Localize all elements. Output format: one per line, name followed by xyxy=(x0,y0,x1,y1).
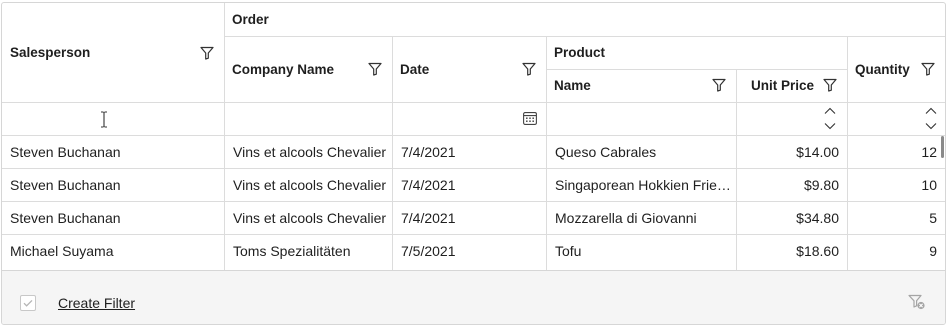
band-header-product: Product xyxy=(554,45,606,60)
company-cell[interactable]: Vins et alcools Chevalier xyxy=(225,202,392,234)
filter-icon[interactable] xyxy=(522,62,536,76)
company-cell[interactable]: Vins et alcools Chevalier xyxy=(225,169,392,201)
band-header-order: Order xyxy=(232,12,269,27)
data-grid: Salesperson Order Company Name Date Prod… xyxy=(1,2,946,325)
enable-filter-checkbox[interactable] xyxy=(20,295,36,311)
quantity-cell[interactable]: 5 xyxy=(848,202,945,234)
salesperson-filter-input[interactable] xyxy=(2,103,224,135)
product-name-cell[interactable]: Tofu xyxy=(547,235,736,267)
date-cell[interactable]: 7/5/2021 xyxy=(393,235,546,267)
unit-price-cell[interactable]: $14.00 xyxy=(737,136,847,168)
date-cell[interactable]: 7/4/2021 xyxy=(393,136,546,168)
filter-icon[interactable] xyxy=(712,78,726,92)
company-cell[interactable]: Vins et alcools Chevalier xyxy=(225,136,392,168)
filter-icon[interactable] xyxy=(921,62,935,76)
text-cursor-icon xyxy=(101,111,107,128)
filter-icon[interactable] xyxy=(200,46,214,60)
salesperson-cell[interactable]: Steven Buchanan xyxy=(2,202,224,234)
quantity-cell[interactable]: 9 xyxy=(848,235,945,267)
date-filter-input[interactable] xyxy=(393,103,546,135)
unit-price-cell[interactable]: $34.80 xyxy=(737,202,847,234)
quantity-filter-input[interactable] xyxy=(848,103,945,135)
column-header-company-name[interactable]: Company Name xyxy=(224,36,392,102)
clear-filter-icon[interactable] xyxy=(908,294,926,310)
salesperson-cell[interactable]: Michael Suyama xyxy=(2,235,224,267)
check-icon xyxy=(23,299,33,307)
unit-price-cell[interactable]: $9.80 xyxy=(737,169,847,201)
spin-up-icon[interactable] xyxy=(925,107,937,115)
calendar-icon[interactable] xyxy=(523,112,537,125)
column-header-name[interactable]: Name xyxy=(546,69,736,102)
column-header-salesperson[interactable]: Salesperson xyxy=(2,3,224,102)
date-cell[interactable]: 7/4/2021 xyxy=(393,169,546,201)
date-cell[interactable]: 7/4/2021 xyxy=(393,202,546,234)
salesperson-cell[interactable]: Steven Buchanan xyxy=(2,136,224,168)
column-header-label: Salesperson xyxy=(10,45,91,60)
create-filter-link[interactable]: Create Filter xyxy=(58,295,135,311)
name-filter-input[interactable] xyxy=(547,103,736,135)
spin-down-icon[interactable] xyxy=(824,122,836,130)
company-filter-input[interactable] xyxy=(225,103,392,135)
product-name-cell[interactable]: Mozzarella di Giovanni xyxy=(547,202,736,234)
quantity-cell[interactable]: 12 xyxy=(848,136,945,168)
product-name-cell[interactable]: Queso Cabrales xyxy=(547,136,736,168)
filter-icon[interactable] xyxy=(823,78,837,92)
quantity-cell[interactable]: 10 xyxy=(848,169,945,201)
filter-icon[interactable] xyxy=(368,62,382,76)
product-name-cell[interactable]: Singaporean Hokkien Frie… xyxy=(547,169,736,201)
spin-up-icon[interactable] xyxy=(824,107,836,115)
company-cell[interactable]: Toms Spezialitäten xyxy=(225,235,392,267)
vertical-scrollbar-thumb[interactable] xyxy=(941,136,944,158)
filter-panel: Create Filter xyxy=(2,270,945,324)
unit-price-cell[interactable]: $18.60 xyxy=(737,235,847,267)
unit-price-filter-input[interactable] xyxy=(737,103,847,135)
salesperson-cell[interactable]: Steven Buchanan xyxy=(2,169,224,201)
spin-down-icon[interactable] xyxy=(925,122,937,130)
